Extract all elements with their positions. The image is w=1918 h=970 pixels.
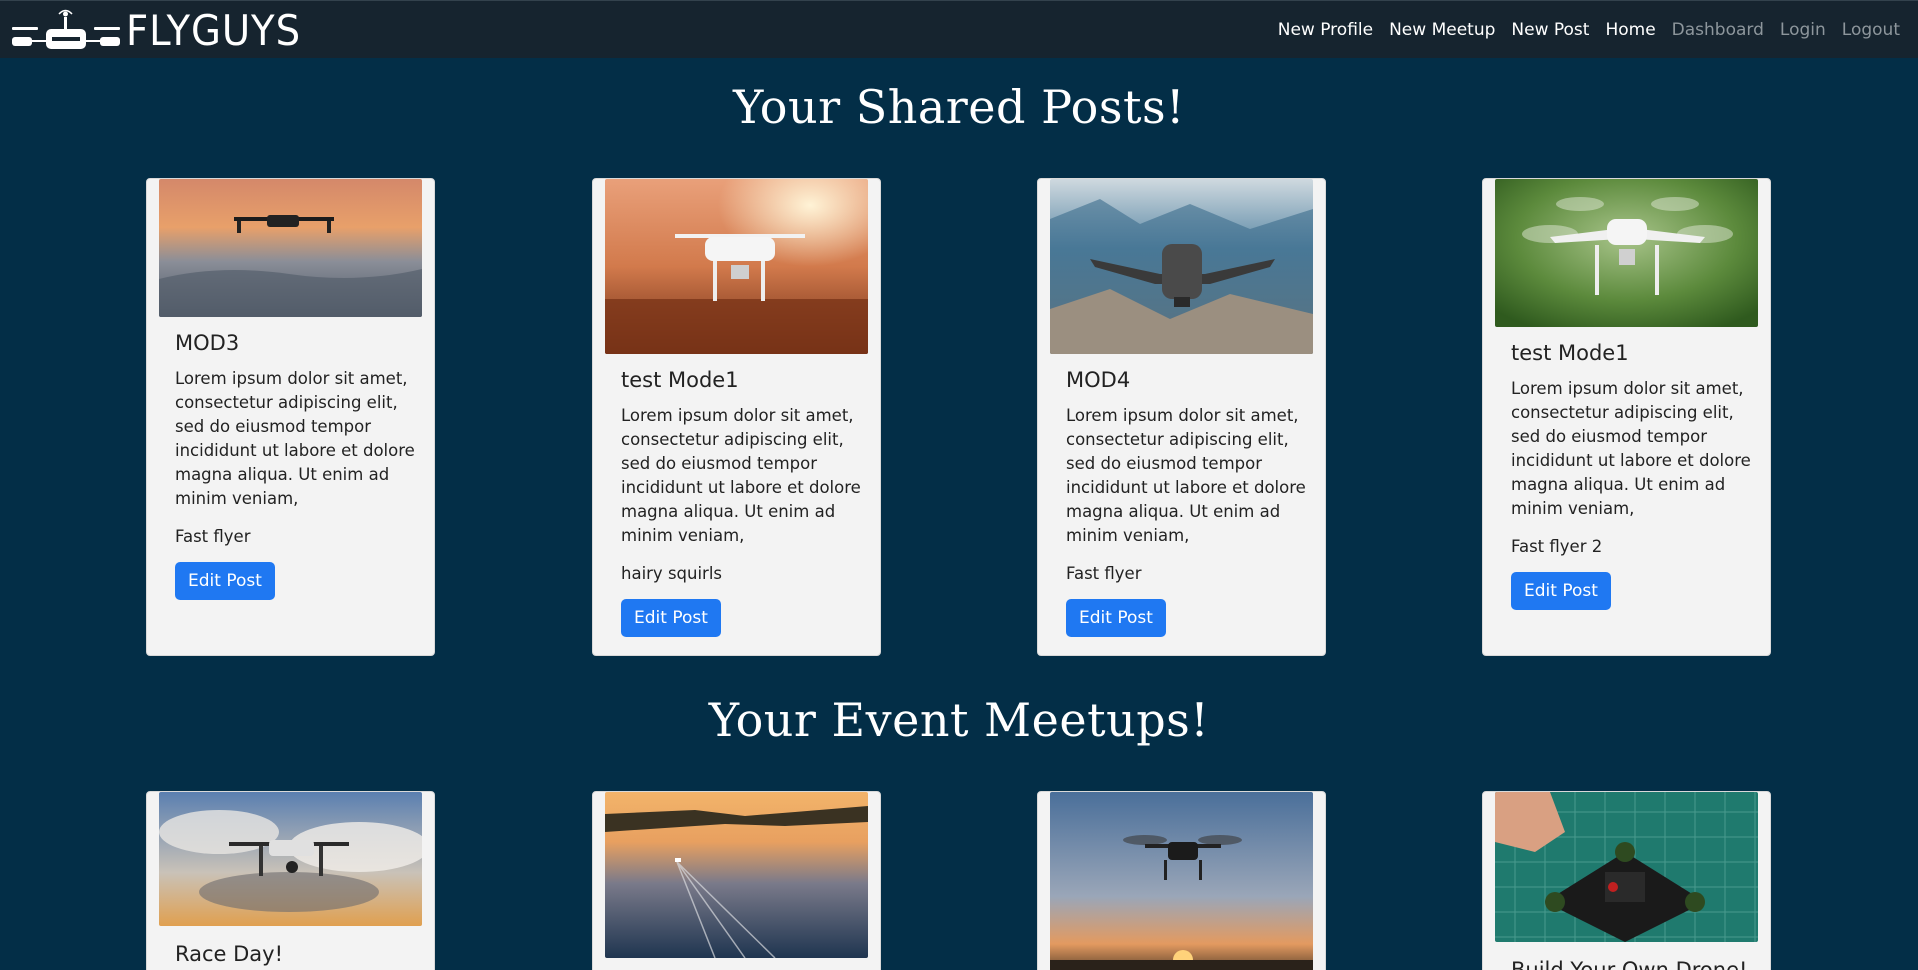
edit-post-button[interactable]: Edit Post [1066,599,1166,637]
meetup-image-boat-lake [605,792,868,958]
post-card-body: test Mode1 Lorem ipsum dolor sit amet, c… [1511,341,1756,610]
post-card: MOD3 Lorem ipsum dolor sit amet, consect… [146,178,435,656]
meetup-card-body: Build Your Own Drone! [1511,958,1756,970]
post-title: MOD3 [175,331,240,355]
nav-logout[interactable]: Logout [1842,20,1900,40]
meetup-title: Race Day! [175,942,284,966]
post-card-body: MOD4 Lorem ipsum dolor sit amet, consect… [1066,368,1311,637]
meetup-image-drone-sunset-beach [1050,792,1313,970]
post-image-white-drone-green [1495,179,1758,327]
post-author: Fast flyer 2 [1511,537,1603,556]
meetup-title: Build Your Own Drone! [1511,958,1748,970]
post-image-white-drone-field [605,179,868,354]
navbar: FLYGUYS New Profile New Meetup New Post … [0,0,1918,58]
meetup-card: Build Your Own Drone! [1482,791,1771,970]
post-card: MOD4 Lorem ipsum dolor sit amet, consect… [1037,178,1326,656]
edit-post-button[interactable]: Edit Post [175,562,275,600]
posts-section-title: Your Shared Posts! [732,80,1186,134]
nav-new-post[interactable]: New Post [1511,20,1589,40]
nav-dashboard[interactable]: Dashboard [1672,20,1764,40]
meetup-card [1037,791,1326,970]
post-card-body: test Mode1 Lorem ipsum dolor sit amet, c… [621,368,866,637]
meetups-section-title: Your Event Meetups! [708,693,1210,747]
post-card-body: MOD3 Lorem ipsum dolor sit amet, consect… [175,331,420,600]
post-image-drone-sunset [159,179,422,317]
edit-post-button[interactable]: Edit Post [621,599,721,637]
post-author: hairy squirls [621,564,723,583]
post-title: test Mode1 [621,368,739,392]
post-card: test Mode1 Lorem ipsum dolor sit amet, c… [1482,178,1771,656]
meetup-card [592,791,881,970]
post-text: Lorem ipsum dolor sit amet, consectetur … [1511,379,1751,518]
nav-login[interactable]: Login [1780,20,1826,40]
meetup-card: Race Day! [146,791,435,970]
nav-home[interactable]: Home [1605,20,1655,40]
post-title: MOD4 [1066,368,1131,392]
edit-post-button[interactable]: Edit Post [1511,572,1611,610]
meetup-card-body: Race Day! [175,942,420,970]
post-image-dark-drone-mountains [1050,179,1313,354]
post-text: Lorem ipsum dolor sit amet, consectetur … [621,406,861,545]
brand-logo-link[interactable]: FLYGUYS [10,5,316,55]
nav-new-meetup[interactable]: New Meetup [1389,20,1495,40]
post-text: Lorem ipsum dolor sit amet, consectetur … [1066,406,1306,545]
drone-logo-icon [12,9,120,49]
post-card: test Mode1 Lorem ipsum dolor sit amet, c… [592,178,881,656]
nav-links: New Profile New Meetup New Post Home Das… [1278,1,1900,59]
post-text: Lorem ipsum dolor sit amet, consectetur … [175,369,415,508]
brand-name: FLYGUYS [126,5,302,55]
post-title: test Mode1 [1511,341,1629,365]
nav-new-profile[interactable]: New Profile [1278,20,1373,40]
post-author: Fast flyer [175,527,251,546]
post-author: Fast flyer [1066,564,1142,583]
meetup-image-drone-build [1495,792,1758,942]
meetup-image-drone-clouds [159,792,422,926]
